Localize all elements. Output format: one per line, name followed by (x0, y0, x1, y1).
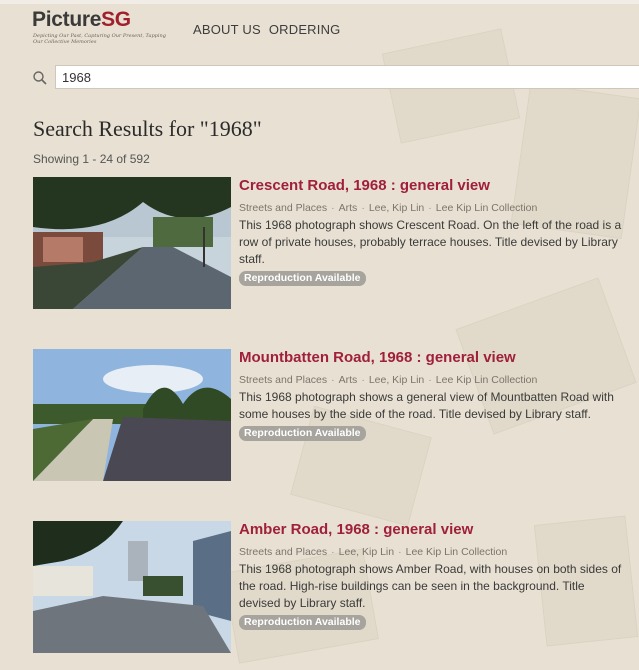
reproduction-badge: Reproduction Available (239, 271, 366, 286)
result-description: This 1968 photograph shows a general vie… (239, 390, 614, 421)
reproduction-badge: Reproduction Available (239, 615, 366, 630)
nav-about-us[interactable]: ABOUT US (193, 22, 261, 37)
tag[interactable]: Arts (339, 374, 358, 386)
results-count: Showing 1 - 24 of 592 (33, 152, 150, 166)
tag[interactable]: Lee, Kip Lin (369, 202, 424, 214)
search-input[interactable] (55, 65, 639, 89)
logo-title: PictureSG (32, 8, 131, 31)
tag[interactable]: Streets and Places (239, 374, 327, 386)
result-title[interactable]: Mountbatten Road, 1968 : general view (239, 349, 629, 367)
result-tags: Streets and Places · Lee, Kip Lin · Lee Kip … (239, 546, 508, 558)
tag[interactable]: Streets and Places (239, 202, 327, 214)
result-description: This 1968 photograph shows Crescent Road… (239, 218, 622, 266)
site-logo[interactable]: PictureSG Depicting Our Past, Capturing … (32, 8, 172, 46)
tag[interactable]: Lee, Kip Lin (339, 546, 394, 558)
search-icon[interactable] (32, 70, 48, 86)
tag[interactable]: Lee Kip Lin Collection (436, 202, 538, 214)
result-thumbnail[interactable] (33, 177, 231, 309)
result-tags: Streets and Places · Arts · Lee, Kip Lin · Lee… (239, 374, 538, 386)
reproduction-badge: Reproduction Available (239, 426, 366, 441)
tag[interactable]: Lee Kip Lin Collection (406, 546, 508, 558)
logo-tagline: Depicting Our Past, Capturing Our Presen… (33, 33, 166, 45)
nav-ordering[interactable]: ORDERING (269, 22, 341, 37)
tag[interactable]: Arts (339, 202, 358, 214)
tag[interactable]: Lee Kip Lin Collection (436, 374, 538, 386)
main-nav: ABOUT US ORDERING (193, 22, 341, 37)
search-bar (28, 65, 639, 91)
tag[interactable]: Lee, Kip Lin (369, 374, 424, 386)
result-title[interactable]: Crescent Road, 1968 : general view (239, 177, 629, 195)
page-title: Search Results for "1968" (33, 116, 262, 141)
tag[interactable]: Streets and Places (239, 546, 327, 558)
result-title[interactable]: Amber Road, 1968 : general view (239, 521, 629, 539)
result-description: This 1968 photograph shows Amber Road, w… (239, 562, 622, 610)
top-bar (0, 0, 639, 4)
result-thumbnail[interactable] (33, 349, 231, 481)
result-tags: Streets and Places · Arts · Lee, Kip Lin · Lee… (239, 202, 538, 214)
result-thumbnail[interactable] (33, 521, 231, 653)
